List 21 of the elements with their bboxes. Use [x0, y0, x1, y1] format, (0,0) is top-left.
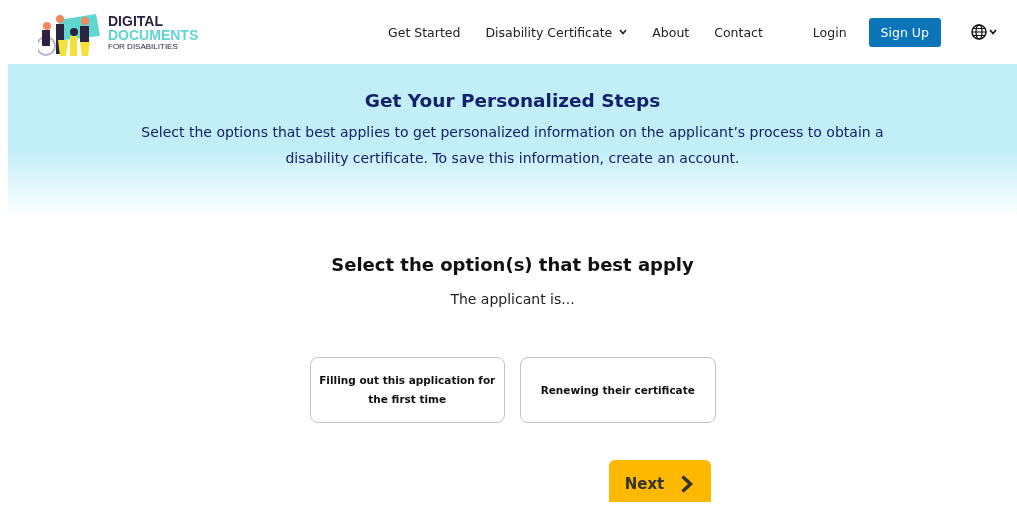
- question-title: Select the option(s) that best apply: [330, 254, 695, 275]
- globe-icon: [970, 24, 987, 40]
- nav-link[interactable]: Disability Certificate: [485, 24, 628, 40]
- nav-link[interactable]: Get Started: [388, 24, 461, 40]
- nav-link[interactable]: About: [652, 24, 690, 40]
- chevron-right-icon: [680, 473, 695, 494]
- page-title: Get Your Personalized Steps: [363, 90, 662, 111]
- language-button[interactable]: [970, 24, 997, 40]
- option-button[interactable]: Renewing their certificate: [520, 357, 716, 423]
- nav-link[interactable]: Contact: [714, 24, 763, 40]
- logo-tagline: FOR DISABILITIES: [108, 42, 179, 51]
- next-button[interactable]: Next: [608, 460, 711, 502]
- logo-text: DIGITAL: [108, 13, 164, 28]
- chevron-down-icon: [619, 29, 628, 35]
- logo-text: DOCUMENTS: [108, 27, 199, 42]
- intro-text: Select the options that best applies to get personalized information on the applicant’s process to obtain a disability certificate. To save this information, create an account.: [140, 123, 885, 168]
- login-link[interactable]: Login: [812, 24, 847, 40]
- option-button[interactable]: Filling out this application for the first time: [309, 357, 505, 423]
- chevron-down-icon: [988, 29, 997, 35]
- question-subtitle: The applicant is...: [449, 291, 576, 307]
- sign-up-button[interactable]: Sign Up: [868, 17, 941, 47]
